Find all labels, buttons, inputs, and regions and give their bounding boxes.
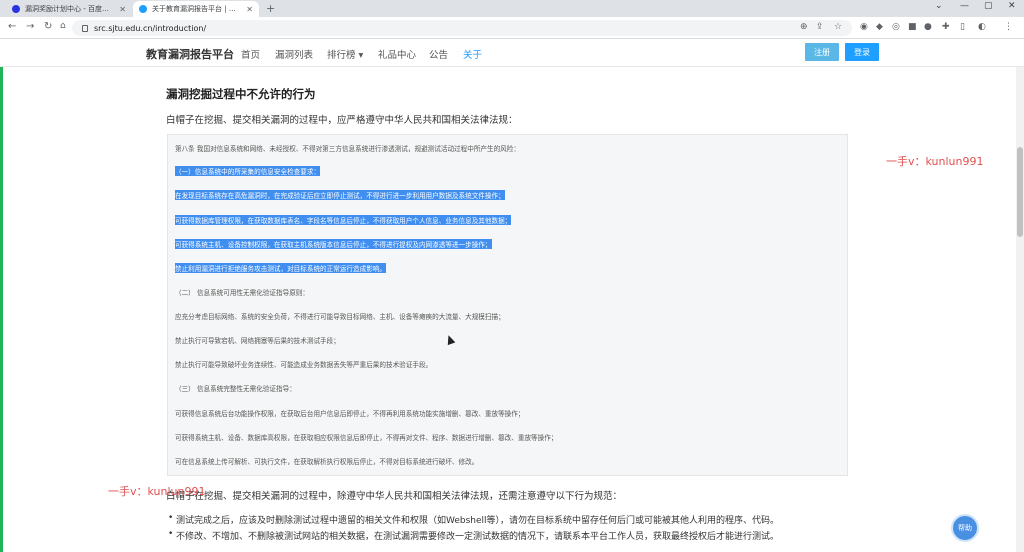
quote-line: 在发现目标系统存在高危漏洞时，在完成验证后应立即停止测试，不得进行进一步利用用户…	[175, 190, 505, 200]
site-icon	[139, 5, 147, 13]
forward-icon[interactable]: →	[26, 21, 34, 32]
zoom-icon[interactable]: ⊕	[800, 22, 808, 32]
quote-line: 禁止执行可导致宕机、网络拥塞等后果的技术测试手段；	[175, 337, 340, 345]
quote-line: 可获得信息系统后台功能操作权限，在获取后台用户信息后即停止，不得再利用系统功能实…	[175, 410, 525, 418]
baidu-icon	[12, 5, 20, 13]
close-icon[interactable]: ✕	[246, 5, 253, 14]
close-icon[interactable]: ✕	[119, 5, 126, 14]
watermark-left: 一手v：kunlun991	[108, 485, 206, 498]
quote-line: 禁止利用漏洞进行拒绝服务攻击测试，对目标系统的正常运行造成影响。	[175, 263, 386, 273]
browser-tabbar: 漏洞奖励计划中心 - 百度搜索 ✕ 关于教育漏洞报告平台 | 教育漏洞报告平台 …	[0, 0, 1024, 17]
section-heading: 漏洞挖掘过程中不允许的行为	[166, 87, 316, 101]
help-float-button[interactable]: 帮助	[951, 514, 979, 542]
site-logo[interactable]: 教育漏洞报告平台	[146, 46, 234, 62]
rule-item: 不修改、不增加、不删除被测试网站的相关数据，在测试漏洞需要修改一定测试数据的情况…	[168, 529, 779, 542]
intro-text: 白帽子在挖掘、提交相关漏洞的过程中，应严格遵守中华人民共和国相关法律法规：	[166, 115, 518, 126]
nav-about[interactable]: 关于	[463, 47, 482, 61]
quote-line: （一）信息系统中的所采集的信息安全检查要求：	[175, 166, 321, 176]
browser-tab-1[interactable]: 关于教育漏洞报告平台 | 教育漏洞报告平台 ✕	[133, 1, 259, 17]
browser-tab-0[interactable]: 漏洞奖励计划中心 - 百度搜索 ✕	[6, 1, 132, 17]
window-close-icon[interactable]: ✕	[1008, 1, 1016, 11]
nav-gift-center[interactable]: 礼品中心	[378, 47, 416, 61]
quote-line: 禁止执行可能导致破坏业务连续性、可能造成业务数据丢失等严重后果的技术验证手段。	[175, 361, 433, 369]
maximize-icon[interactable]: ▢	[984, 1, 993, 11]
nav-ranking[interactable]: 排行榜 ▾	[327, 47, 363, 61]
rule-item: 测试完成之后，应该及时删除测试过程中遗留的相关文件和权限（如Webshell等）…	[168, 513, 779, 526]
nav-home[interactable]: 首页	[241, 47, 260, 61]
extension-icon[interactable]: ◎	[892, 22, 900, 32]
extension-icon[interactable]: ◆	[876, 22, 883, 32]
extension-icon[interactable]: ◉	[860, 22, 868, 32]
nav-announcements[interactable]: 公告	[429, 47, 448, 61]
extension-icon[interactable]: ●	[924, 22, 932, 32]
quote-line: 可获得数据库管理权限，在获取数据库表名、字段名等信息后停止，不得获取用户个人信息…	[175, 215, 512, 225]
sidebar-icon[interactable]: ▯	[960, 22, 965, 32]
quote-line: （三） 信息系统完整性无需化验证指导：	[175, 385, 296, 393]
tab-search-icon[interactable]: ⌄	[935, 1, 943, 11]
reload-icon[interactable]: ↻	[44, 21, 52, 32]
browser-toolbar: ← → ↻ ⌂ src.sjtu.edu.cn/introduction/ ⊕ …	[0, 17, 1024, 39]
tab-title: 漏洞奖励计划中心 - 百度搜索	[25, 5, 116, 13]
quote-line: 应充分考虑目标网络、系统的安全负荷，不得进行可能导致目标网络、主机、设备等瘫痪的…	[175, 313, 505, 321]
bookmark-star-icon[interactable]: ☆	[834, 22, 842, 32]
home-icon[interactable]: ⌂	[60, 21, 66, 31]
quote-line: （二） 信息系统可用性无需化验证指导原则：	[175, 289, 309, 297]
scrollbar-thumb[interactable]	[1017, 147, 1023, 237]
tab-title: 关于教育漏洞报告平台 | 教育漏洞报告平台	[152, 5, 243, 13]
site-header: 教育漏洞报告平台 首页 漏洞列表 排行榜 ▾ 礼品中心 公告 关于 注册 登录	[0, 39, 1024, 67]
quote-line: 第八条 我国对信息系统和网络、未经授权、不得对第三方信息系统进行渗透测试，规避测…	[175, 145, 520, 153]
nav-vuln-list[interactable]: 漏洞列表	[275, 47, 313, 61]
puzzle-icon[interactable]: ✚	[942, 22, 950, 32]
menu-icon[interactable]: ⋮	[1004, 22, 1013, 32]
lock-icon	[82, 24, 88, 32]
new-tab-button[interactable]: +	[266, 2, 275, 15]
extension-icon[interactable]: ■	[908, 22, 917, 32]
register-button[interactable]: 注册	[805, 43, 839, 61]
page-scrollbar[interactable]	[1016, 67, 1024, 552]
minimize-icon[interactable]: —	[960, 1, 969, 11]
main-content: 漏洞挖掘过程中不允许的行为 白帽子在挖掘、提交相关漏洞的过程中，应严格遵守中华人…	[0, 67, 1016, 552]
rules-intro: 白帽子在挖掘、提交相关漏洞的过程中，除遵守中华人民共和国相关法律法规，还需注意遵…	[166, 491, 623, 502]
address-bar[interactable]: src.sjtu.edu.cn/introduction/	[72, 20, 852, 36]
share-icon[interactable]: ⇪	[816, 22, 824, 32]
watermark-right: 一手v：kunlun991	[886, 155, 984, 168]
login-button[interactable]: 登录	[845, 43, 879, 61]
url-text: src.sjtu.edu.cn/introduction/	[94, 23, 207, 33]
profile-icon[interactable]: ◐	[978, 22, 986, 32]
quote-line: 可在信息系统上传可解析、可执行文件，在获取解析执行权限后停止，不得对目标系统进行…	[175, 458, 479, 466]
quote-line: 可获得系统主机、设备、数据库高权限，在获取相应权限信息后即停止，不得再对文件、程…	[175, 434, 558, 442]
law-quote-box: 第八条 我国对信息系统和网络、未经授权、不得对第三方信息系统进行渗透测试，规避测…	[167, 134, 848, 476]
quote-line: 可获得系统主机、设备控制权限，在获取主机系统版本信息后停止，不得进行提权及内网渗…	[175, 239, 492, 249]
back-icon[interactable]: ←	[8, 21, 16, 32]
